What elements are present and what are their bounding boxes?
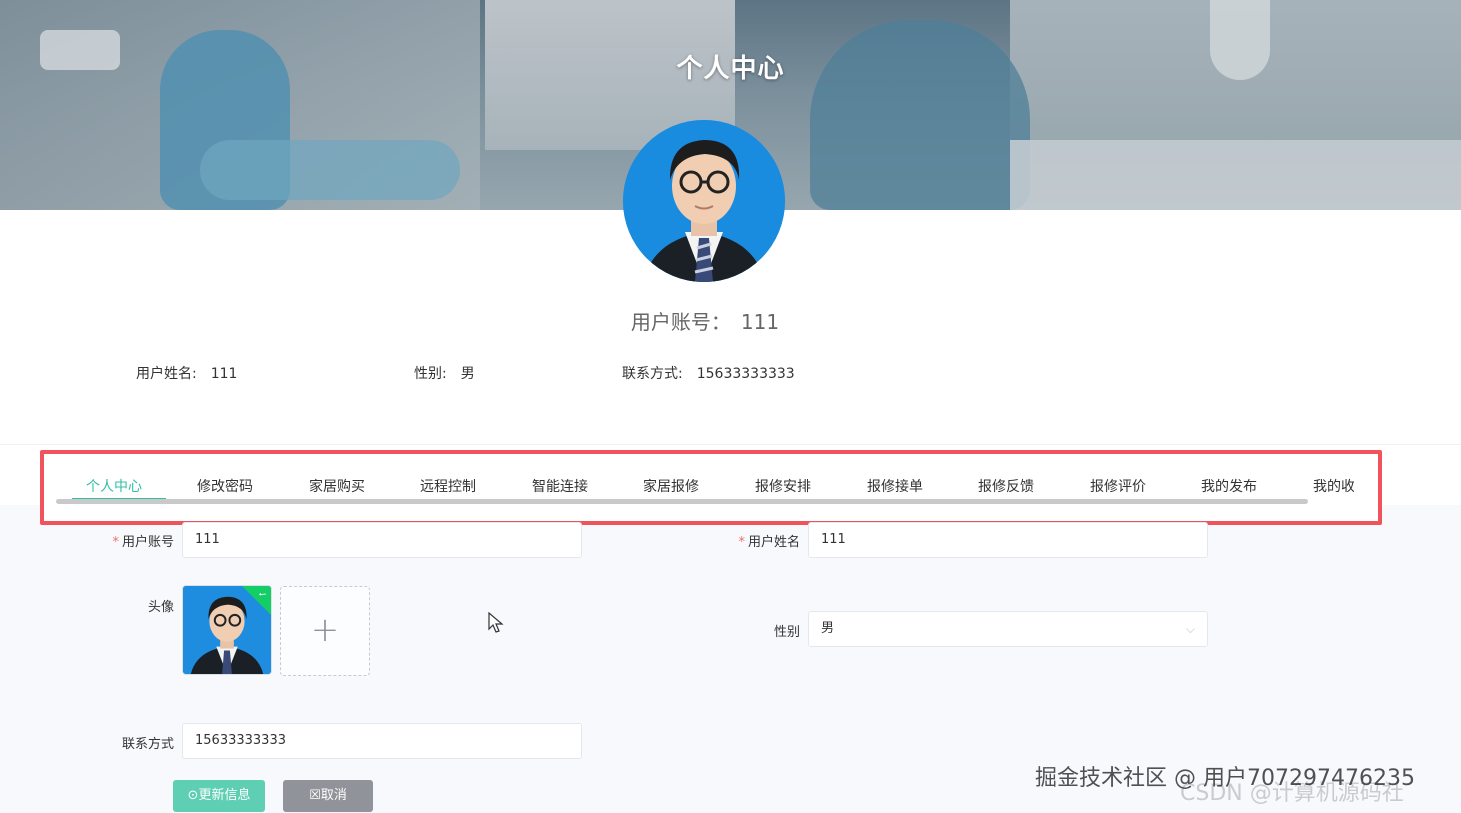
gender-select[interactable]: 男 ⌵ <box>808 611 1208 647</box>
info-name: 用户姓名: 111 <box>136 363 237 383</box>
tab-bar: 个人中心 修改密码 家居购买 远程控制 智能连接 家居报修 报修安排 报修接单 … <box>56 454 1354 514</box>
tab-remote-control[interactable]: 远程控制 <box>420 476 476 496</box>
info-gender-label: 性别: <box>414 366 447 382</box>
info-phone-value: 15633333333 <box>696 366 795 382</box>
tab-repair-schedule[interactable]: 报修安排 <box>755 476 811 496</box>
account-input[interactable]: 111 <box>182 522 582 558</box>
page-title: 个人中心 <box>676 54 785 84</box>
tab-change-password[interactable]: 修改密码 <box>197 476 253 496</box>
info-name-label: 用户姓名: <box>136 366 197 382</box>
gender-select-value: 男 <box>821 621 835 636</box>
form-name-label: * 用户姓名 <box>738 535 800 550</box>
tab-personal-center[interactable]: 个人中心 <box>86 476 142 496</box>
tab-repair-feedback[interactable]: 报修反馈 <box>978 476 1034 496</box>
form-gender-label: 性别 <box>773 625 800 640</box>
watermark-primary: 掘金技术社区 @ 用户707297476235 <box>1035 766 1415 791</box>
account-summary: 用户账号： 111 <box>0 306 1410 335</box>
cancel-button[interactable]: ☒取消 <box>283 780 373 812</box>
info-gender-value: 男 <box>460 366 475 382</box>
tab-scrollbar[interactable] <box>56 499 1308 504</box>
form-phone-label: 联系方式 <box>121 737 174 752</box>
name-input[interactable]: 111 <box>808 522 1208 558</box>
tab-bar-highlight: 个人中心 修改密码 家居购买 远程控制 智能连接 家居报修 报修安排 报修接单 … <box>40 450 1382 525</box>
info-phone-label: 联系方式: <box>622 366 683 382</box>
form-account-label: * 用户账号 <box>112 535 174 550</box>
account-label: 用户账号： <box>630 310 731 334</box>
tab-smart-connect[interactable]: 智能连接 <box>532 476 588 496</box>
tab-my-posts[interactable]: 我的发布 <box>1201 476 1257 496</box>
divider <box>0 444 1461 445</box>
tab-repair-review[interactable]: 报修评价 <box>1090 476 1146 496</box>
tab-home-repair[interactable]: 家居报修 <box>643 476 699 496</box>
mouse-cursor-icon <box>488 612 504 633</box>
form-avatar-label: 头像 <box>147 600 174 615</box>
update-info-button[interactable]: ⊙更新信息 <box>173 780 265 812</box>
info-name-value: 111 <box>210 366 238 382</box>
tab-home-purchase[interactable]: 家居购买 <box>309 476 365 496</box>
account-value: 111 <box>740 310 780 334</box>
tab-my-favorites[interactable]: 我的收 <box>1313 476 1354 496</box>
chevron-down-icon: ⌵ <box>1185 622 1195 636</box>
phone-input[interactable]: 15633333333 <box>182 723 582 759</box>
info-gender: 性别: 男 <box>414 363 475 383</box>
profile-avatar <box>623 120 785 282</box>
tab-repair-orders[interactable]: 报修接单 <box>867 476 923 496</box>
avatar-upload-add-button[interactable]: + <box>280 586 370 676</box>
info-phone: 联系方式: 15633333333 <box>622 363 795 383</box>
avatar-upload-preview[interactable]: ✓ <box>182 585 272 675</box>
